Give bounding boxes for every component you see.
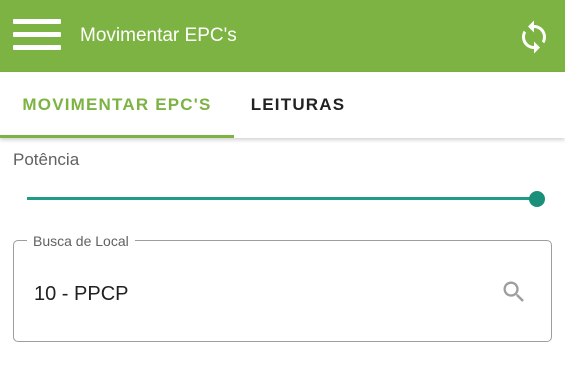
hamburger-menu-icon[interactable] bbox=[13, 19, 61, 51]
tab-movimentar-epcs[interactable]: MOVIMENTAR EPC'S bbox=[0, 72, 234, 138]
tab-bar: MOVIMENTAR EPC'S LEITURAS bbox=[0, 72, 565, 138]
tab-label: LEITURAS bbox=[250, 95, 346, 114]
tab-label: MOVIMENTAR EPC'S bbox=[22, 95, 212, 114]
search-icon[interactable] bbox=[500, 278, 528, 306]
busca-de-local-label: Busca de Local bbox=[27, 232, 135, 250]
potencia-slider-track[interactable] bbox=[27, 197, 537, 200]
potencia-slider-thumb[interactable] bbox=[529, 191, 545, 207]
busca-de-local-input[interactable]: 10 - PPCP bbox=[34, 282, 128, 306]
tab-leituras[interactable]: LEITURAS bbox=[234, 72, 362, 138]
app-bar: Movimentar EPC's bbox=[0, 0, 565, 72]
page-title: Movimentar EPC's bbox=[80, 25, 237, 46]
active-tab-indicator bbox=[0, 135, 234, 138]
potencia-label: Potência bbox=[13, 150, 80, 169]
sync-icon[interactable] bbox=[516, 19, 552, 55]
